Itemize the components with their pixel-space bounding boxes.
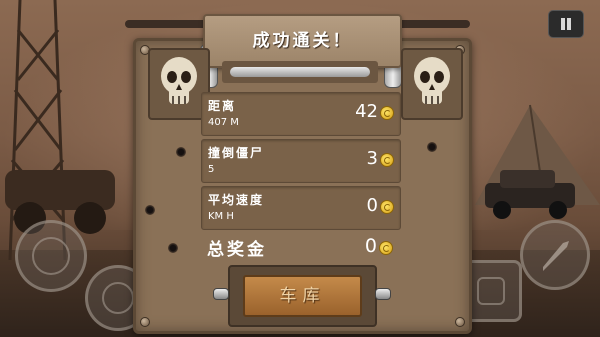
stat-row-distance: 距离 407 M 42 bbox=[201, 92, 401, 136]
stat-value: 0 bbox=[366, 195, 378, 216]
skull-frame-right bbox=[401, 48, 463, 120]
stat-value: 3 bbox=[366, 148, 378, 169]
garage-button[interactable]: 车库 bbox=[243, 275, 362, 317]
rivet bbox=[140, 317, 150, 327]
title-pipe bbox=[222, 61, 378, 83]
bullet-hole bbox=[168, 243, 178, 253]
rivet bbox=[455, 317, 465, 327]
joystick-control[interactable] bbox=[15, 220, 87, 292]
coin-icon bbox=[379, 241, 393, 255]
rocket-button[interactable] bbox=[520, 220, 590, 290]
stat-sub: KM H bbox=[208, 211, 234, 222]
parked-car bbox=[485, 170, 575, 219]
stat-value: 42 bbox=[355, 101, 378, 122]
joystick-icon bbox=[32, 237, 70, 275]
stat-sub: 407 M bbox=[208, 117, 239, 128]
bullet-hole bbox=[427, 142, 437, 152]
coin-icon bbox=[380, 200, 394, 214]
coin-icon bbox=[380, 153, 394, 167]
stat-row-speed: 平均速度 KM H 0 bbox=[201, 186, 401, 230]
coin-icon bbox=[380, 106, 394, 120]
stat-label: 撞倒僵尸 bbox=[208, 146, 265, 160]
pipe-bar bbox=[230, 67, 370, 77]
total-label: 总奖金 bbox=[207, 240, 267, 260]
knob-left bbox=[213, 288, 229, 300]
stat-sub: 5 bbox=[208, 164, 215, 175]
brake-icon bbox=[477, 277, 505, 305]
knob-right bbox=[375, 288, 391, 300]
pause-icon[interactable] bbox=[548, 10, 584, 38]
total-value: 0 bbox=[364, 235, 377, 257]
tilt-icon bbox=[102, 282, 134, 314]
title-plate: 成功通关！ bbox=[203, 14, 402, 68]
bullet-hole bbox=[176, 147, 186, 157]
skull-icon bbox=[414, 57, 450, 104]
total-row: 总奖金 0 bbox=[201, 229, 399, 267]
skull-icon bbox=[161, 57, 197, 104]
title-text: 成功通关！ bbox=[252, 31, 353, 51]
stat-row-zombies: 撞倒僵尸 5 3 bbox=[201, 139, 401, 183]
rocket-icon bbox=[543, 241, 569, 271]
bullet-hole bbox=[145, 205, 155, 215]
stat-label: 距离 bbox=[208, 99, 237, 113]
stat-label: 平均速度 bbox=[208, 193, 265, 207]
